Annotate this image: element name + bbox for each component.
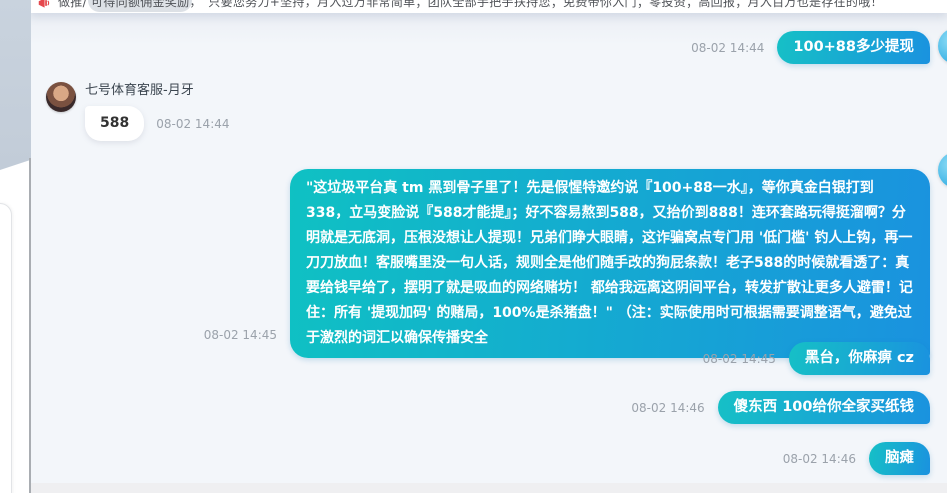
message-timestamp: 08-02 14:46 [631, 401, 704, 415]
message-bubble-outgoing: "这垃圾平台真 tm 黑到骨子里了！先是假惺特邀约说『100+88一水』，等你真… [290, 169, 930, 358]
chat-input-area-edge [30, 483, 947, 493]
agent-name: 七号体育客服-月牙 [85, 83, 230, 99]
window-edge-divider [29, 158, 31, 493]
message-bubble-outgoing: 100+88多少提现 [777, 31, 930, 64]
message-bubble-outgoing: 黑台，你麻痹 cz [789, 342, 930, 375]
message-row: 08-02 14:46 脑瘫 [783, 442, 930, 475]
agent-message: 七号体育客服-月牙 588 08-02 14:44 [46, 82, 230, 141]
message-row: 08-02 14:45 "这垃圾平台真 tm 黑到骨子里了！先是假惺特邀约说『1… [204, 169, 930, 358]
message-timestamp: 08-02 14:44 [156, 117, 229, 131]
background-panel-corner [0, 203, 12, 493]
message-timestamp: 08-02 14:44 [691, 41, 764, 55]
announcement-bar: 做推/ 可得同额佣金奖励，“只要您努力+坚持，月入过万非常简单；团队全部手把手扶… [30, 0, 947, 13]
message-bubble-incoming: 588 [85, 106, 144, 141]
message-row: 08-02 14:45 黑台，你麻痹 cz [703, 342, 930, 375]
message-timestamp: 08-02 14:45 [204, 328, 277, 342]
megaphone-icon [37, 0, 51, 10]
agent-avatar[interactable] [46, 82, 76, 112]
announcement-text: 做推/ 可得同额佣金奖励，“只要您努力+坚持，月入过万非常简单；团队全部手把手扶… [58, 0, 883, 10]
chat-window: 做推/ 可得同额佣金奖励，“只要您努力+坚持，月入过万非常简单；团队全部手把手扶… [0, 0, 947, 493]
message-timestamp: 08-02 14:46 [783, 452, 856, 466]
message-timestamp: 08-02 14:45 [703, 352, 776, 366]
message-row: 08-02 14:44 100+88多少提现 [691, 31, 930, 64]
message-bubble-outgoing: 傻东西 100给你全家买纸钱 [718, 391, 930, 424]
message-row: 08-02 14:46 傻东西 100给你全家买纸钱 [631, 391, 930, 424]
message-bubble-outgoing: 脑瘫 [869, 442, 930, 475]
background-panel-strip [0, 0, 31, 170]
